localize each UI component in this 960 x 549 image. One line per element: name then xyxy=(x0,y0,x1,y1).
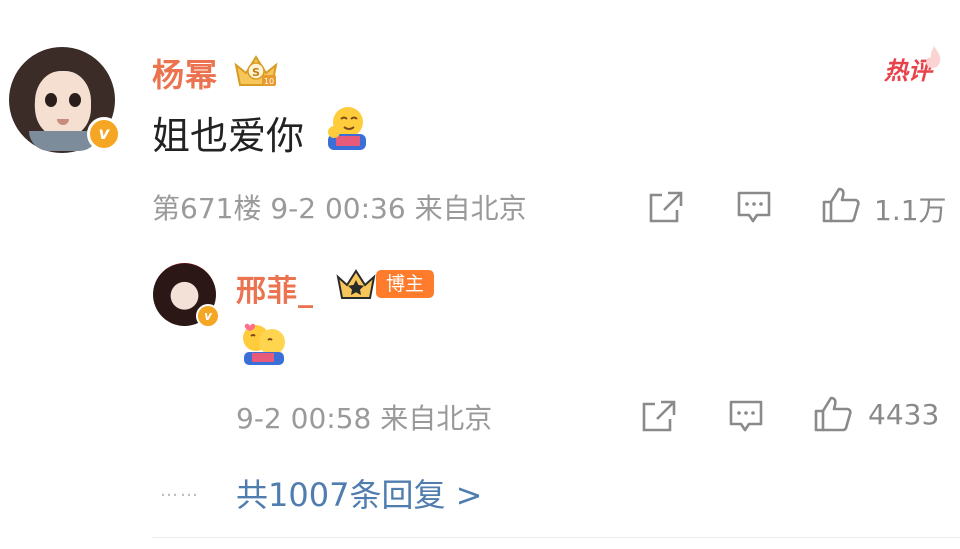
comment-icon[interactable] xyxy=(728,399,764,435)
reply-meta: 9-2 00:58 来自北京 xyxy=(236,402,493,435)
username[interactable]: 杨幂 xyxy=(152,50,218,96)
like-icon[interactable] xyxy=(821,186,861,224)
comment-meta: 第671楼 9-2 00:36 来自北京 xyxy=(152,192,527,225)
avatar-face xyxy=(35,71,91,137)
crown-star-badge-icon xyxy=(336,269,376,299)
flame-icon xyxy=(926,45,941,69)
verified-v-icon: v xyxy=(196,304,220,328)
like-icon[interactable] xyxy=(813,395,853,433)
more-dots: …… xyxy=(160,480,200,501)
comment-text: 姐也爱你 xyxy=(152,114,305,158)
divider xyxy=(152,537,960,538)
comment-icon[interactable] xyxy=(736,190,772,226)
share-icon[interactable] xyxy=(641,399,677,433)
avatar[interactable]: v xyxy=(9,47,121,153)
hug-emoji-icon xyxy=(243,323,285,365)
share-icon[interactable] xyxy=(648,190,684,224)
svg-text:S: S xyxy=(252,66,260,79)
comment-thread: v 杨幂 S 10 热评 姐也爱你 第671楼 9-2 00:36 来自北京 1… xyxy=(0,0,960,549)
view-all-replies-link[interactable]: 共1007条回复 > xyxy=(236,470,482,516)
hot-comment-badge: 热评 xyxy=(876,45,941,87)
crown-level-badge-icon: S 10 xyxy=(234,55,278,86)
reply-username[interactable]: 邢菲_ xyxy=(236,266,314,310)
blogger-tag: 博主 xyxy=(376,270,435,298)
verified-v-icon: v xyxy=(87,117,121,151)
like-count: 1.1万 xyxy=(874,194,947,227)
reply-like-count: 4433 xyxy=(868,398,940,431)
reply-avatar[interactable]: v xyxy=(153,263,220,328)
hug-emoji-icon xyxy=(328,107,366,150)
svg-text:10: 10 xyxy=(264,77,274,86)
